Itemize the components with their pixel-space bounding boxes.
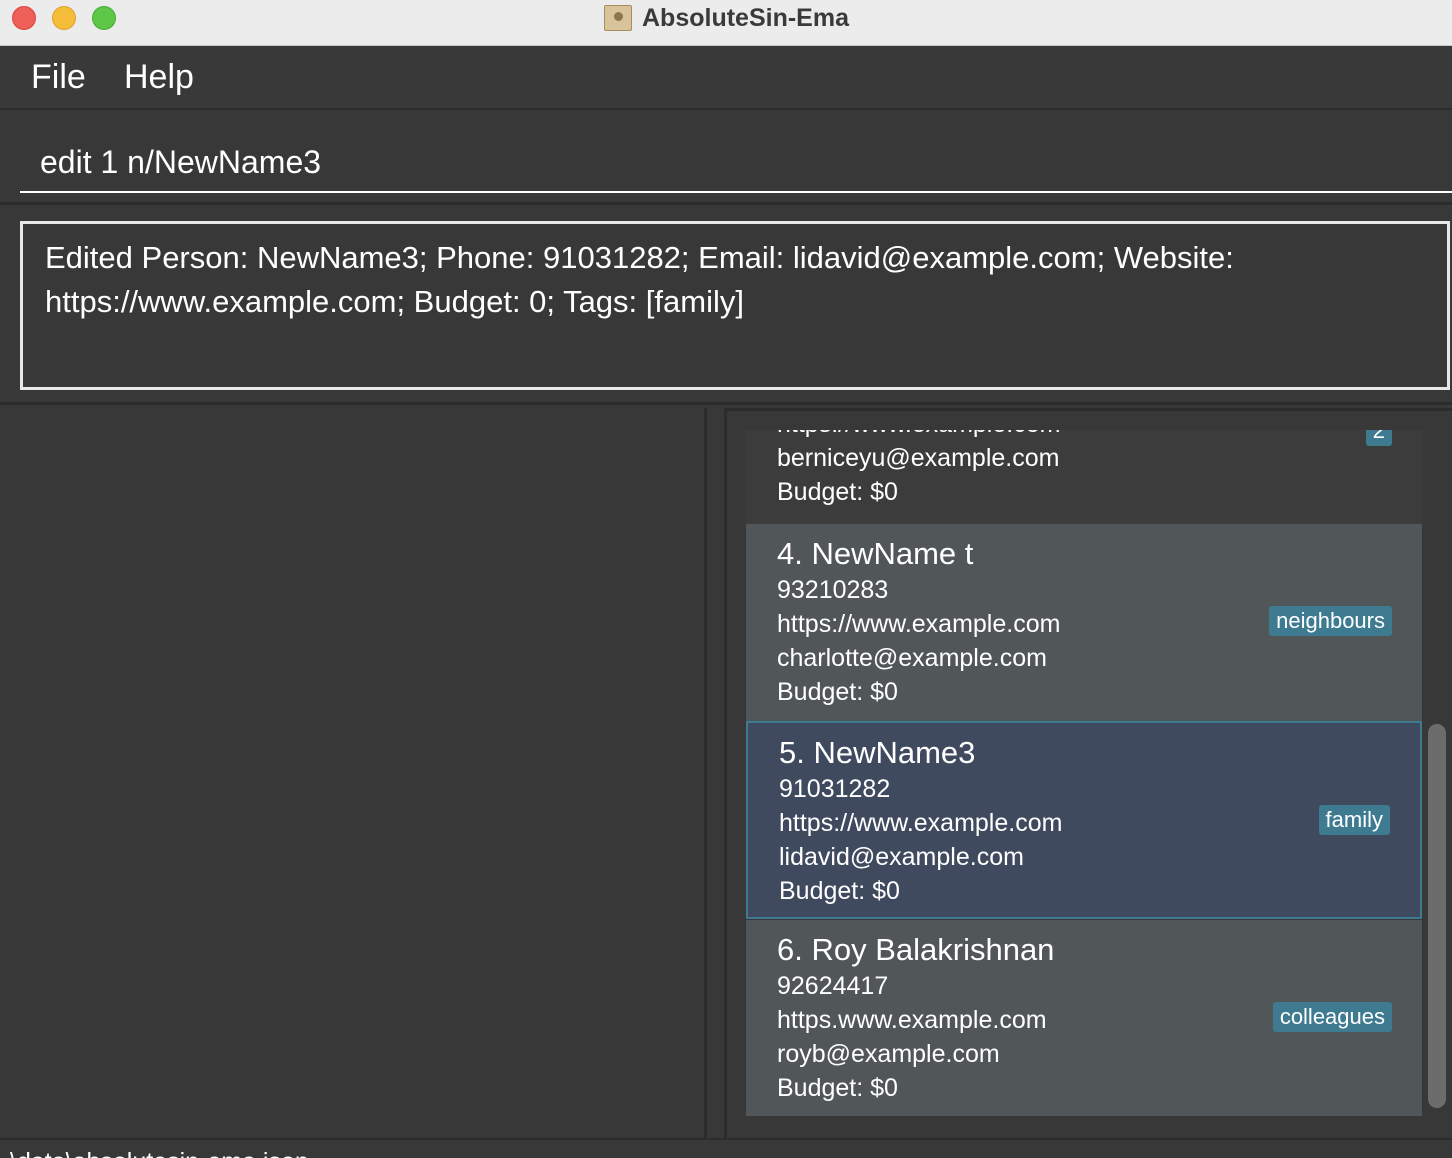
person-budget: Budget: $0 [777,678,898,706]
person-phone: 92624417 [777,972,889,1000]
person-name: 5. NewName3 [779,735,976,770]
person-name: 6. Roy Balakrishnan [777,932,1055,967]
person-phone: 91031282 [779,775,891,803]
result-display: Edited Person: NewName3; Phone: 91031282… [0,207,1452,405]
person-card-selected[interactable]: 5. NewName3 91031282 https://www.example… [746,721,1422,919]
person-card[interactable]: 6. Roy Balakrishnan 92624417 https.www.e… [746,920,1422,1116]
status-bar: \data\absolutesin-ema.json [0,1138,1452,1158]
person-phone: 93210283 [777,576,889,604]
person-budget: Budget: $0 [777,1074,898,1102]
result-text: Edited Person: NewName3; Phone: 91031282… [20,221,1450,390]
person-list[interactable]: https://www.example.com berniceyu@exampl… [746,430,1422,1116]
menu-bar: File Help [0,46,1452,110]
person-tag: family [1318,805,1390,835]
title-bar: AbsoluteSin-Ema [0,0,1452,46]
person-tag: colleagues [1272,1002,1392,1032]
person-website: https://www.example.com [777,430,1060,439]
person-tag: 2 [1365,430,1392,446]
person-website: https.www.example.com [777,1006,1047,1034]
status-file-path: \data\absolutesin-ema.json [10,1148,309,1158]
command-input[interactable] [20,133,1452,193]
person-name: 4. NewName t [777,536,974,571]
person-email: lidavid@example.com [779,843,1024,871]
maximize-window-button[interactable] [92,6,116,30]
person-budget: Budget: $0 [779,877,900,905]
command-box [0,111,1452,205]
close-window-button[interactable] [12,6,36,30]
person-budget: Budget: $0 [777,478,898,506]
person-email: charlotte@example.com [777,644,1047,672]
person-email: berniceyu@example.com [777,444,1060,472]
person-card[interactable]: https://www.example.com berniceyu@exampl… [746,430,1422,524]
address-book-icon [604,5,632,31]
menu-file[interactable]: File [31,58,86,97]
person-tag: neighbours [1269,606,1392,636]
left-panel [0,408,707,1138]
minimize-window-button[interactable] [52,6,76,30]
window-title: AbsoluteSin-Ema [604,2,849,34]
person-card[interactable]: 4. NewName t 93210283 https://www.exampl… [746,524,1422,722]
person-email: royb@example.com [777,1040,1000,1068]
window-title-text: AbsoluteSin-Ema [642,3,849,32]
person-website: https://www.example.com [779,809,1063,837]
list-scrollbar[interactable] [1428,724,1446,1108]
menu-help[interactable]: Help [124,58,194,97]
person-website: https://www.example.com [777,610,1061,638]
